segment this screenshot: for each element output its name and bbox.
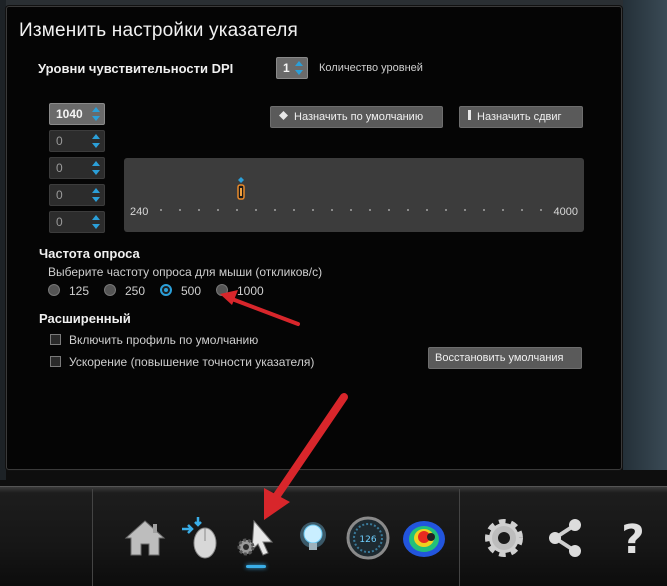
polling-section-label: Частота опроса: [39, 246, 140, 261]
radio-125-label: 125: [69, 284, 90, 298]
dpi-level-4-input[interactable]: 0: [49, 184, 105, 206]
slider-tick: [407, 209, 409, 211]
help-icon[interactable]: ?: [610, 515, 656, 563]
slider-tick: [160, 209, 162, 211]
dpi-level-2-input[interactable]: 0: [49, 130, 105, 152]
spinner-arrows-icon[interactable]: [92, 132, 101, 150]
slider-tick: [369, 209, 371, 211]
bar-icon: [468, 107, 471, 127]
slider-thumb[interactable]: [236, 177, 246, 201]
slider-tick: [502, 209, 504, 211]
spinner-arrows-icon[interactable]: [92, 186, 101, 204]
mouse-buttons-icon[interactable]: [178, 515, 224, 561]
slider-tick: [274, 209, 276, 211]
polling-hint: Выберите частоту опроса для мыши (отклик…: [48, 265, 323, 279]
light-bulb-icon[interactable]: [290, 515, 336, 561]
restore-defaults-button[interactable]: Восстановить умолчания: [428, 347, 582, 369]
dpi-slider[interactable]: 240 4000: [124, 158, 584, 232]
slider-tick: [236, 209, 238, 211]
levels-count-spinner[interactable]: 1: [276, 57, 308, 79]
set-shift-button[interactable]: Назначить сдвиг: [459, 106, 583, 128]
slider-tick: [331, 209, 333, 211]
dpi-level-2-value: 0: [56, 134, 63, 148]
levels-count-label: Количество уровней: [319, 62, 423, 74]
radio-1000[interactable]: [216, 284, 228, 296]
spinner-arrows-icon[interactable]: [92, 159, 101, 177]
taskbar-separator: [92, 489, 93, 586]
slider-tick: [540, 209, 542, 211]
set-default-label: Назначить по умолчанию: [294, 111, 424, 123]
slider-tick: [483, 209, 485, 211]
help-glyph: ?: [621, 517, 644, 561]
slider-tick: [179, 209, 181, 211]
slider-tick: [293, 209, 295, 211]
advanced-section-label: Расширенный: [39, 311, 131, 326]
slider-tick: [388, 209, 390, 211]
pointer-settings-dialog: Изменить настройки указателя Уровни чувс…: [6, 6, 622, 470]
dpi-level-5-input[interactable]: 0: [49, 211, 105, 233]
radio-500[interactable]: [160, 284, 172, 296]
radio-250[interactable]: [104, 284, 116, 296]
home-icon[interactable]: [122, 515, 168, 561]
levels-count-value: 1: [283, 61, 290, 75]
background-right: [623, 0, 667, 470]
spinner-arrows-icon[interactable]: [295, 59, 304, 77]
slider-max-label: 4000: [553, 206, 578, 218]
app-taskbar: 126 ?: [0, 486, 667, 586]
radio-250-label: 250: [125, 284, 146, 298]
dpi-level-4-value: 0: [56, 188, 63, 202]
radio-125[interactable]: [48, 284, 60, 296]
heatmap-icon[interactable]: [401, 515, 447, 561]
slider-min-label: 240: [130, 206, 149, 218]
slider-tick: [464, 209, 466, 211]
radio-1000-label: 1000: [237, 284, 264, 298]
speedometer-icon[interactable]: 126: [345, 515, 391, 561]
set-default-button[interactable]: Назначить по умолчанию: [270, 106, 443, 128]
slider-tick: [255, 209, 257, 211]
spinner-arrows-icon[interactable]: [92, 105, 101, 123]
speedometer-readout: 126: [359, 535, 376, 545]
slider-tick: [312, 209, 314, 211]
dpi-level-3-input[interactable]: 0: [49, 157, 105, 179]
set-shift-label: Назначить сдвиг: [477, 111, 562, 123]
active-tab-indicator: [246, 565, 266, 568]
acceleration-label: Ускорение (повышение точности указателя): [69, 355, 315, 369]
diamond-icon: [279, 107, 288, 127]
taskbar-separator: [459, 489, 460, 586]
gear-icon[interactable]: [481, 515, 527, 561]
spinner-arrows-icon[interactable]: [92, 213, 101, 231]
dialog-title: Изменить настройки указателя: [19, 20, 299, 41]
default-profile-checkbox[interactable]: [50, 334, 61, 345]
dpi-level-5-value: 0: [56, 215, 63, 229]
slider-tick: [521, 209, 523, 211]
dpi-level-1-value: 1040: [56, 107, 83, 121]
slider-tick: [198, 209, 200, 211]
share-icon[interactable]: [543, 515, 589, 561]
slider-ticks: [160, 209, 542, 211]
acceleration-checkbox[interactable]: [50, 356, 61, 367]
slider-tick: [350, 209, 352, 211]
dpi-section-label: Уровни чувствительности DPI: [38, 61, 234, 76]
radio-500-label: 500: [181, 284, 202, 298]
slider-tick: [217, 209, 219, 211]
dpi-level-1-input[interactable]: 1040: [49, 103, 105, 125]
slider-tick: [445, 209, 447, 211]
slider-tick: [426, 209, 428, 211]
default-profile-label: Включить профиль по умолчанию: [69, 333, 259, 347]
dpi-level-3-value: 0: [56, 161, 63, 175]
pointer-settings-icon[interactable]: [232, 515, 278, 561]
